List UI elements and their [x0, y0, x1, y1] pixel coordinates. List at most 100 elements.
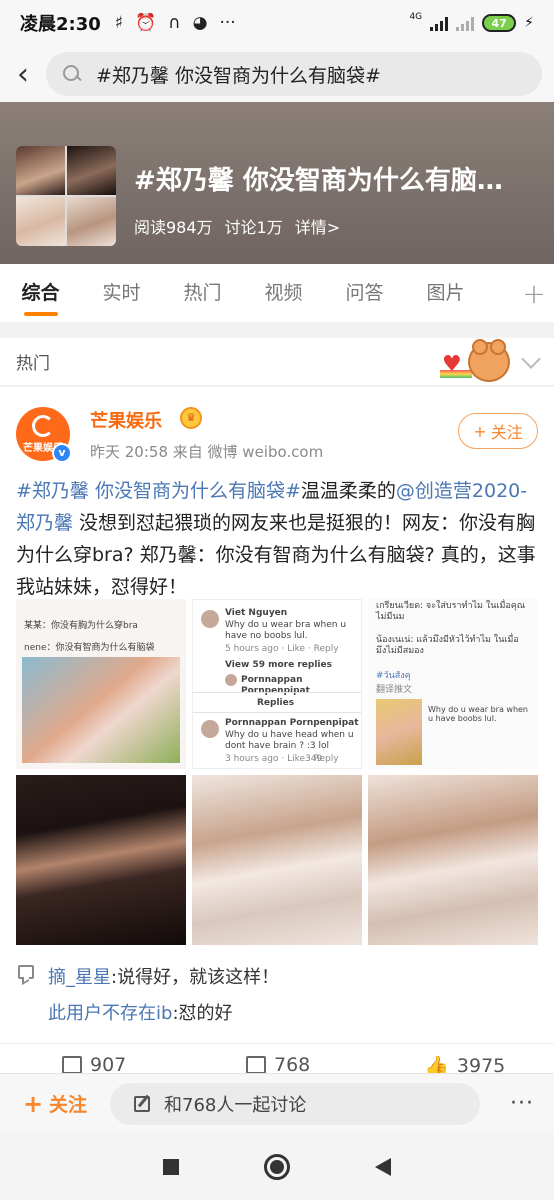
comment-bubble-icon: [18, 965, 34, 979]
image-caption: nene：你没有智商为什么有脑袋: [24, 643, 155, 653]
image-caption: 翻译推文: [376, 685, 413, 695]
image-caption: Why do u wear bra when u have boobs lul.: [428, 705, 529, 723]
plus-icon: +: [22, 1089, 44, 1118]
alarm-icon: ⏰: [135, 13, 157, 33]
topic-title: #郑乃馨 你没智商为什么有脑…: [134, 166, 503, 196]
home-icon[interactable]: [263, 1153, 290, 1180]
section-header: 热门 ♥: [0, 338, 554, 386]
back-triangle-icon[interactable]: [375, 1157, 392, 1176]
post-image[interactable]: เกรียนเวียด: จะใส่บราทำไม ในเมื่อคุณไม่ม…: [368, 599, 538, 769]
cover-photo: [67, 197, 116, 246]
edit-icon: [134, 1095, 150, 1112]
divider: [193, 712, 361, 713]
comment-text: :怼的好: [172, 1003, 233, 1024]
comment-preview[interactable]: 此用户不存在ib:怼的好: [48, 999, 233, 1025]
status-icons: ♯ ⏰ ∩ ◕ ···: [115, 13, 236, 33]
post-card: 芒果娱乐 v 芒果娱乐 ♛ 昨天 20:58 来自 微博 weibo.com +…: [0, 387, 554, 1078]
topic-reads: 阅读984万: [134, 218, 213, 237]
more-icon[interactable]: ···: [510, 1091, 534, 1116]
search-header: ‹ #郑乃馨 你没智商为什么有脑袋#: [0, 46, 554, 102]
comment-text: :说得好，就该这样！: [111, 967, 280, 988]
chevron-left-icon: ‹: [17, 56, 29, 92]
post-image[interactable]: [16, 775, 186, 945]
status-right: 4G 47 ⚡: [409, 11, 534, 32]
topic-cover-image: [16, 146, 116, 246]
search-icon: [62, 64, 82, 84]
back-button[interactable]: ‹: [0, 46, 46, 102]
commenter-avatar: [225, 674, 237, 686]
discuss-input[interactable]: 和768人一起讨论: [110, 1082, 480, 1125]
tab-qa[interactable]: 问答: [324, 264, 405, 322]
follow-button[interactable]: + 关注: [458, 413, 538, 449]
image-caption: Viet Nguyen: [225, 608, 288, 618]
image-caption: น้องเนเน่: แล้วมึงมีหัวไว้ทำไม ในเมื่อมึ…: [376, 635, 519, 656]
image-caption: Why do u have head when u dont have brai…: [225, 730, 354, 751]
status-time: 凌晨2:30: [20, 14, 101, 35]
divider: [193, 692, 361, 693]
image-grid: 某某：你没有胸为什么穿bra nene：你没有智商为什么有脑袋 Viet Ngu…: [16, 599, 538, 945]
hashtag-link[interactable]: #郑乃馨 你没智商为什么有脑袋#: [16, 480, 301, 502]
image-caption: Replies: [257, 698, 295, 708]
comment-author[interactable]: 摘_星星: [48, 967, 111, 988]
mute-icon: ♯: [114, 13, 124, 33]
search-input[interactable]: #郑乃馨 你没智商为什么有脑袋#: [46, 52, 542, 96]
signal-icon-2: [456, 15, 475, 31]
tab-comprehensive[interactable]: 综合: [0, 264, 81, 322]
tab-realtime[interactable]: 实时: [81, 264, 162, 322]
image-caption: 349: [305, 754, 323, 764]
recent-apps-icon[interactable]: [162, 1158, 179, 1175]
post-text-part: 没想到怼起猥琐的网友来也是挺狠的！网友：你没有胸为什么穿bra? 郑乃馨：你没有…: [16, 512, 536, 598]
topic-stats: 阅读984万 讨论1万 详情>: [134, 214, 340, 238]
post-image[interactable]: [368, 775, 538, 945]
battery-icon: 47: [482, 14, 517, 32]
action-bar: 907 768 👍 3975: [0, 1043, 554, 1078]
post-meta: 昨天 20:58 来自 微博 weibo.com: [90, 443, 324, 461]
topic-discussions: 讨论1万: [224, 218, 283, 237]
chevron-down-icon[interactable]: [521, 349, 541, 369]
image-caption: #วันสังคุ: [376, 671, 411, 681]
network-label: 4G: [409, 11, 423, 22]
comment-icon: [246, 1056, 266, 1074]
add-tab-icon[interactable]: +: [514, 277, 554, 310]
bear-icon: [468, 339, 510, 382]
discuss-label: 和768人一起讨论: [164, 1094, 307, 1116]
charging-icon: ⚡: [524, 15, 534, 31]
tab-video[interactable]: 视频: [243, 264, 324, 322]
bottom-follow-label: 关注: [49, 1094, 88, 1116]
post-image[interactable]: [192, 775, 362, 945]
comment-author[interactable]: 此用户不存在ib: [48, 1003, 172, 1024]
image-caption: 5 hours ago · Like · Reply: [225, 644, 339, 654]
post-image[interactable]: Viet Nguyen Why do u wear bra when u hav…: [192, 599, 362, 769]
image-caption: View 59 more replies: [225, 660, 332, 670]
follow-label: 关注: [490, 423, 523, 442]
comment-preview[interactable]: 摘_星星:说得好，就该这样！: [48, 963, 279, 989]
repost-icon: [62, 1056, 82, 1074]
status-bar: 凌晨2:30 ♯ ⏰ ∩ ◕ ··· 4G 47 ⚡: [0, 0, 554, 46]
rainbow-icon: [440, 370, 472, 378]
globe-icon: ◕: [192, 13, 208, 33]
commenter-avatar: [201, 610, 219, 628]
post-image[interactable]: 某某：你没有胸为什么穿bra nene：你没有智商为什么有脑袋: [16, 599, 186, 769]
image-caption: Pornnappan Pornpenpipat: [241, 675, 310, 696]
signal-icon: [430, 15, 449, 31]
tab-hot[interactable]: 热门: [162, 264, 243, 322]
image-caption: Why do u wear bra when u have no boobs l…: [225, 620, 347, 641]
topic-details-link[interactable]: 详情>: [295, 214, 340, 238]
image-caption: Pornnappan Pornpenpipat: [225, 718, 359, 728]
embedded-photo: [376, 699, 422, 765]
more-status-icon: ···: [219, 13, 236, 33]
search-query: #郑乃馨 你没智商为什么有脑袋#: [96, 64, 381, 87]
embedded-photo: [22, 657, 180, 763]
tab-bar: 综合 实时 热门 视频 问答 图片 +: [0, 264, 554, 322]
author-name[interactable]: 芒果娱乐: [90, 407, 162, 433]
plus-icon: +: [473, 421, 487, 441]
cover-photo: [67, 146, 116, 195]
topic-banner: #郑乃馨 你没智商为什么有脑… 阅读984万 讨论1万 详情>: [0, 102, 554, 264]
bear-mascot-icon[interactable]: ♥: [440, 339, 510, 386]
tab-images[interactable]: 图片: [405, 264, 486, 322]
verified-badge-icon: v: [52, 443, 72, 463]
image-caption: เกรียนเวียด: จะใส่บราทำไม ในเมื่อคุณไม่ม…: [376, 601, 526, 622]
cover-photo: [16, 146, 65, 195]
bottom-follow-button[interactable]: + 关注: [0, 1090, 110, 1118]
bottom-bar: + 关注 和768人一起讨论 ···: [0, 1073, 554, 1133]
